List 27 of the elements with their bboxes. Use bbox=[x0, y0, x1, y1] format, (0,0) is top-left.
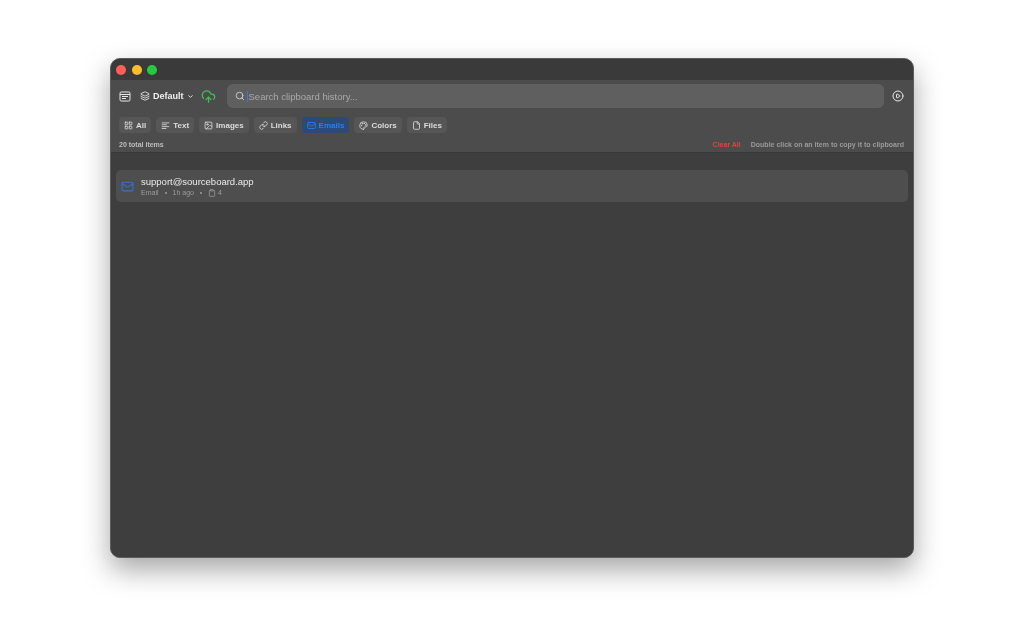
chevron-down-icon bbox=[186, 92, 194, 100]
palette-icon bbox=[359, 120, 369, 130]
file-icon bbox=[411, 120, 421, 130]
mail-icon bbox=[306, 120, 316, 130]
window-close-icon[interactable] bbox=[116, 64, 126, 75]
image-icon bbox=[204, 120, 214, 130]
search-field[interactable]: Search clipboard history... bbox=[226, 84, 884, 108]
filter-tab[interactable]: All bbox=[119, 117, 152, 133]
search-icon bbox=[234, 91, 245, 101]
filter-tab[interactable]: Images bbox=[199, 117, 249, 133]
play-circle-icon[interactable] bbox=[892, 90, 904, 102]
link-icon bbox=[258, 120, 268, 130]
grid-icon bbox=[124, 120, 133, 130]
filter-tab[interactable]: Links bbox=[253, 117, 297, 133]
layers-icon bbox=[140, 91, 150, 101]
filter-tab[interactable]: Colors bbox=[354, 117, 402, 133]
item-title: support@sourceboard.app bbox=[141, 175, 254, 187]
filter-tab[interactable]: Text bbox=[156, 117, 195, 133]
window-icon[interactable] bbox=[119, 90, 131, 102]
window-minimize-icon[interactable] bbox=[131, 64, 142, 75]
profile-dropdown[interactable]: Default bbox=[140, 91, 194, 101]
filter-tab[interactable]: Files bbox=[406, 117, 447, 133]
text-lines-icon bbox=[161, 120, 171, 130]
mail-icon bbox=[121, 179, 134, 193]
cloud-upload-icon[interactable] bbox=[200, 88, 216, 104]
window-zoom-icon[interactable] bbox=[147, 64, 157, 75]
clipboard-icon bbox=[207, 188, 216, 197]
